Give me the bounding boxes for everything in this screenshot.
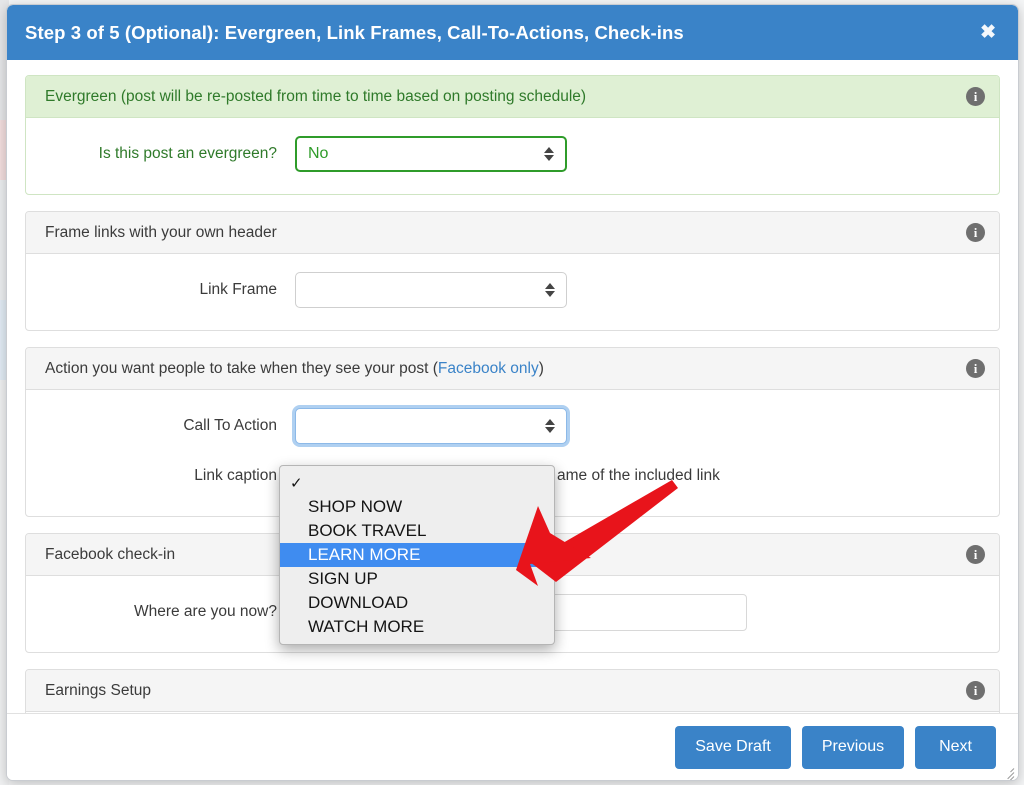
evergreen-select[interactable]: No bbox=[295, 136, 567, 172]
dropdown-option-label: BOOK TRAVEL bbox=[308, 521, 427, 540]
panel-link-frame-header: Frame links with your own header i bbox=[26, 212, 999, 254]
panel-evergreen-header: Evergreen (post will be re-posted from t… bbox=[26, 76, 999, 118]
panel-earnings-header: Earnings Setup i bbox=[26, 670, 999, 712]
previous-button[interactable]: Previous bbox=[801, 725, 905, 769]
wizard-modal: Step 3 of 5 (Optional): Evergreen, Link … bbox=[6, 4, 1019, 781]
panel-cta-header: Action you want people to take when they… bbox=[26, 348, 999, 390]
link-frame-label: Link Frame bbox=[199, 281, 277, 298]
form-row-cta: Call To Action bbox=[45, 404, 980, 448]
form-row-evergreen: Is this post an evergreen? No bbox=[45, 132, 980, 176]
dropdown-option-label: SIGN UP bbox=[308, 569, 378, 588]
info-icon[interactable]: i bbox=[966, 359, 985, 378]
dropdown-option-label: LEARN MORE bbox=[308, 545, 421, 564]
modal-footer: Save Draft Previous Next bbox=[7, 713, 1018, 780]
stepper-arrows-icon bbox=[545, 419, 555, 433]
dropdown-option[interactable]: WATCH MORE bbox=[280, 615, 554, 639]
cta-select[interactable] bbox=[295, 408, 567, 444]
page-title: Step 3 of 5 (Optional): Evergreen, Link … bbox=[25, 21, 684, 43]
dropdown-option-label: DOWNLOAD bbox=[308, 593, 409, 612]
panel-link-frame-title: Frame links with your own header bbox=[45, 223, 277, 241]
panel-cta-title: Action you want people to take when they… bbox=[45, 360, 966, 378]
dropdown-option[interactable]: SIGN UP bbox=[280, 567, 554, 591]
dropdown-option[interactable]: SHOP NOW bbox=[280, 495, 554, 519]
info-icon[interactable]: i bbox=[966, 545, 985, 564]
stepper-arrows-icon bbox=[545, 283, 555, 297]
link-frame-select[interactable] bbox=[295, 272, 567, 308]
panel-cta-title-suffix: ) bbox=[538, 359, 544, 377]
panel-link-frame: Frame links with your own header i Link … bbox=[25, 211, 1000, 331]
facebook-only-link[interactable]: Facebook only bbox=[438, 360, 539, 377]
panel-evergreen-title: Evergreen (post will be re-posted from t… bbox=[45, 87, 587, 105]
panel-evergreen: Evergreen (post will be re-posted from t… bbox=[25, 75, 1000, 195]
dropdown-option-highlighted[interactable]: LEARN MORE bbox=[280, 543, 554, 567]
dropdown-option-label: WATCH MORE bbox=[308, 617, 425, 636]
evergreen-label: Is this post an evergreen? bbox=[98, 145, 277, 162]
cta-label: Call To Action bbox=[183, 417, 277, 434]
checkin-label: Where are you now? bbox=[133, 603, 277, 620]
dropdown-option-label: SHOP NOW bbox=[308, 497, 403, 516]
link-caption-helper: ame of the included link bbox=[557, 467, 720, 484]
save-draft-button[interactable]: Save Draft bbox=[675, 725, 791, 769]
panel-earnings-setup: Earnings Setup i bbox=[25, 669, 1000, 715]
panel-evergreen-body: Is this post an evergreen? No bbox=[26, 118, 999, 194]
evergreen-select-value: No bbox=[308, 145, 329, 162]
dropdown-option-check: ✓ bbox=[290, 474, 303, 492]
info-icon[interactable]: i bbox=[966, 223, 985, 242]
dropdown-option[interactable]: DOWNLOAD bbox=[280, 591, 554, 615]
dropdown-option[interactable]: ✓ bbox=[280, 470, 554, 495]
link-caption-label: Link caption bbox=[194, 467, 277, 484]
cta-dropdown-menu[interactable]: ✓ SHOP NOW BOOK TRAVEL LEARN MORE SIGN U… bbox=[279, 465, 555, 645]
dropdown-option[interactable]: BOOK TRAVEL bbox=[280, 519, 554, 543]
modal-body: Evergreen (post will be re-posted from t… bbox=[7, 60, 1018, 715]
panel-cta-title-prefix: Action you want people to take when they… bbox=[45, 359, 438, 377]
panel-link-frame-body: Link Frame bbox=[26, 254, 999, 330]
resize-handle[interactable] bbox=[1001, 764, 1015, 780]
form-row-link-frame: Link Frame bbox=[45, 268, 980, 312]
next-button[interactable]: Next bbox=[915, 725, 996, 769]
stepper-arrows-icon bbox=[544, 147, 554, 161]
panel-earnings-title: Earnings Setup bbox=[45, 681, 151, 699]
info-icon[interactable]: i bbox=[966, 681, 985, 700]
modal-header: Step 3 of 5 (Optional): Evergreen, Link … bbox=[7, 5, 1018, 60]
close-icon[interactable]: ✖ bbox=[974, 19, 1002, 46]
info-icon[interactable]: i bbox=[966, 87, 985, 106]
